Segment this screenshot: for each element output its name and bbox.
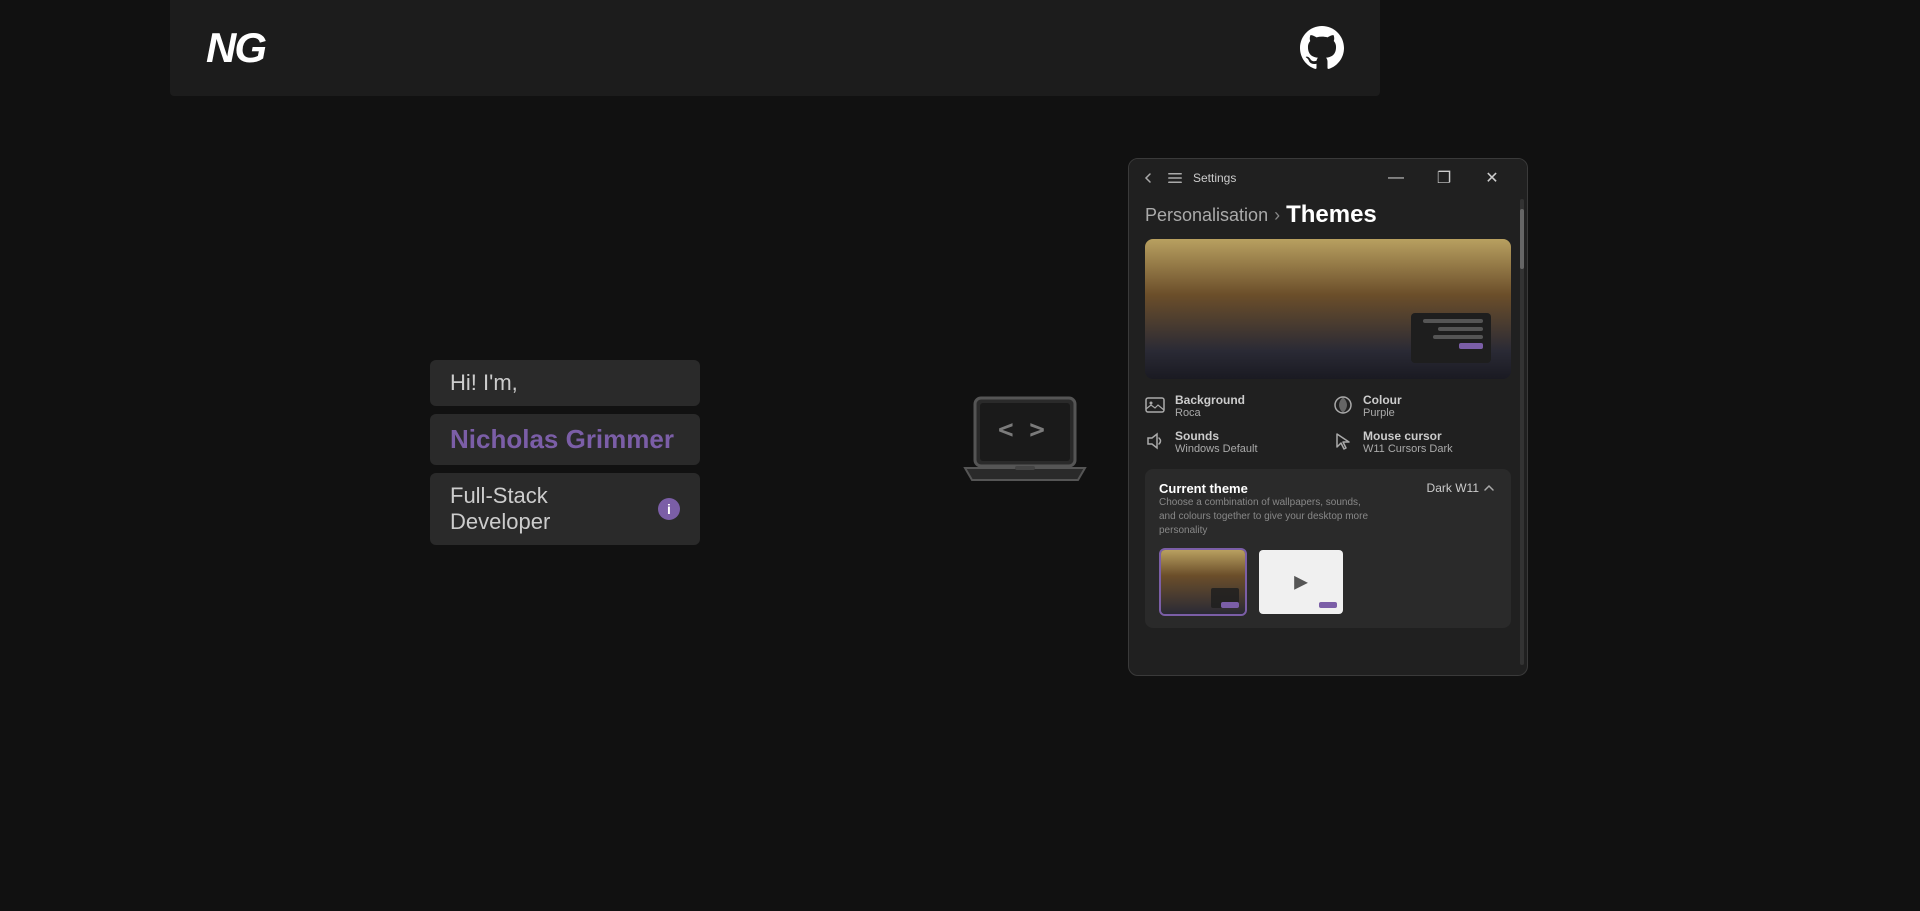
background-label: Background — [1175, 393, 1245, 407]
sounds-info[interactable]: Sounds Windows Default — [1145, 429, 1323, 455]
theme-preview — [1145, 239, 1511, 379]
theme-info-grid: Background Roca Colour Purple — [1145, 393, 1511, 455]
mouse-cursor-label: Mouse cursor — [1363, 429, 1453, 443]
colour-text: Colour Purple — [1363, 393, 1402, 419]
github-icon — [1300, 26, 1344, 70]
theme-thumb-dark[interactable] — [1159, 548, 1247, 616]
mouse-cursor-text: Mouse cursor W11 Cursors Dark — [1363, 429, 1453, 455]
thumb-light-bar — [1319, 602, 1337, 608]
settings-window: Settings — ❐ ✕ Personalisation › Themes — [1128, 158, 1528, 676]
sounds-icon — [1145, 431, 1167, 453]
colour-value: Purple — [1363, 407, 1402, 419]
info-icon[interactable]: i — [658, 498, 680, 520]
thumb-cursor-icon: ▶ — [1294, 572, 1308, 593]
chevron-up-icon — [1483, 481, 1497, 495]
close-button[interactable]: ✕ — [1469, 162, 1515, 194]
breadcrumb-separator: › — [1274, 205, 1280, 226]
current-theme-right[interactable]: Dark W11 — [1427, 481, 1497, 495]
back-button[interactable] — [1141, 171, 1155, 185]
sounds-label: Sounds — [1175, 429, 1258, 443]
breadcrumb-current: Themes — [1286, 201, 1377, 229]
current-theme-left: Current theme Choose a combination of wa… — [1159, 481, 1379, 538]
github-link[interactable] — [1300, 26, 1344, 70]
navbar: NG — [170, 0, 1380, 96]
hero-name-box: Nicholas Grimmer — [430, 414, 700, 465]
preview-line-1 — [1423, 319, 1483, 323]
current-theme-desc: Choose a combination of wallpapers, soun… — [1159, 496, 1379, 538]
window-scrollbar-thumb — [1520, 209, 1524, 269]
theme-preview-overlay — [1411, 313, 1491, 363]
colour-icon — [1333, 395, 1355, 417]
thumb-light-bg: ▶ — [1259, 550, 1343, 614]
theme-thumb-light[interactable]: ▶ — [1257, 548, 1345, 616]
svg-text:< >: < > — [998, 415, 1045, 445]
menu-icon[interactable] — [1167, 170, 1183, 186]
site-logo: NG — [206, 24, 265, 72]
current-theme-section: Current theme Choose a combination of wa… — [1145, 469, 1511, 628]
mouse-cursor-value: W11 Cursors Dark — [1363, 443, 1453, 455]
window-content: Personalisation › Themes Background — [1129, 197, 1527, 675]
preview-accent-bar — [1459, 343, 1483, 349]
minimize-button[interactable]: — — [1373, 162, 1419, 194]
theme-thumbnails: ▶ — [1159, 548, 1497, 616]
hero-title-box: Full-Stack Developer i — [430, 473, 700, 545]
hero-greeting-text: Hi! I'm, — [450, 370, 518, 395]
preview-line-2 — [1438, 327, 1483, 331]
hero-section: Hi! I'm, Nicholas Grimmer Full-Stack Dev… — [430, 360, 700, 545]
background-value: Roca — [1175, 407, 1245, 419]
window-title: Settings — [1193, 171, 1363, 185]
laptop-icon: < > — [960, 390, 1090, 495]
background-info[interactable]: Background Roca — [1145, 393, 1323, 419]
preview-line-3 — [1433, 335, 1483, 339]
mouse-cursor-icon — [1333, 431, 1355, 453]
thumb-dark-bar — [1221, 602, 1239, 608]
hero-name-text: Nicholas Grimmer — [450, 424, 674, 454]
window-scrollbar[interactable] — [1520, 199, 1524, 665]
colour-label: Colour — [1363, 393, 1402, 407]
current-theme-title: Current theme — [1159, 481, 1379, 496]
current-theme-name: Dark W11 — [1427, 481, 1479, 495]
window-titlebar: Settings — ❐ ✕ — [1129, 159, 1527, 197]
background-text: Background Roca — [1175, 393, 1245, 419]
thumb-dark-bg — [1161, 550, 1245, 614]
maximize-button[interactable]: ❐ — [1421, 162, 1467, 194]
hero-greeting-box: Hi! I'm, — [430, 360, 700, 406]
mouse-cursor-info[interactable]: Mouse cursor W11 Cursors Dark — [1333, 429, 1511, 455]
breadcrumb-parent: Personalisation — [1145, 205, 1268, 226]
hero-title-text: Full-Stack Developer — [450, 483, 648, 535]
background-icon — [1145, 395, 1167, 417]
sounds-text: Sounds Windows Default — [1175, 429, 1258, 455]
sounds-value: Windows Default — [1175, 443, 1258, 455]
window-controls: — ❐ ✕ — [1373, 162, 1515, 194]
breadcrumb: Personalisation › Themes — [1145, 197, 1511, 229]
laptop-svg-icon: < > — [960, 390, 1090, 490]
current-theme-header: Current theme Choose a combination of wa… — [1159, 481, 1497, 538]
colour-info[interactable]: Colour Purple — [1333, 393, 1511, 419]
